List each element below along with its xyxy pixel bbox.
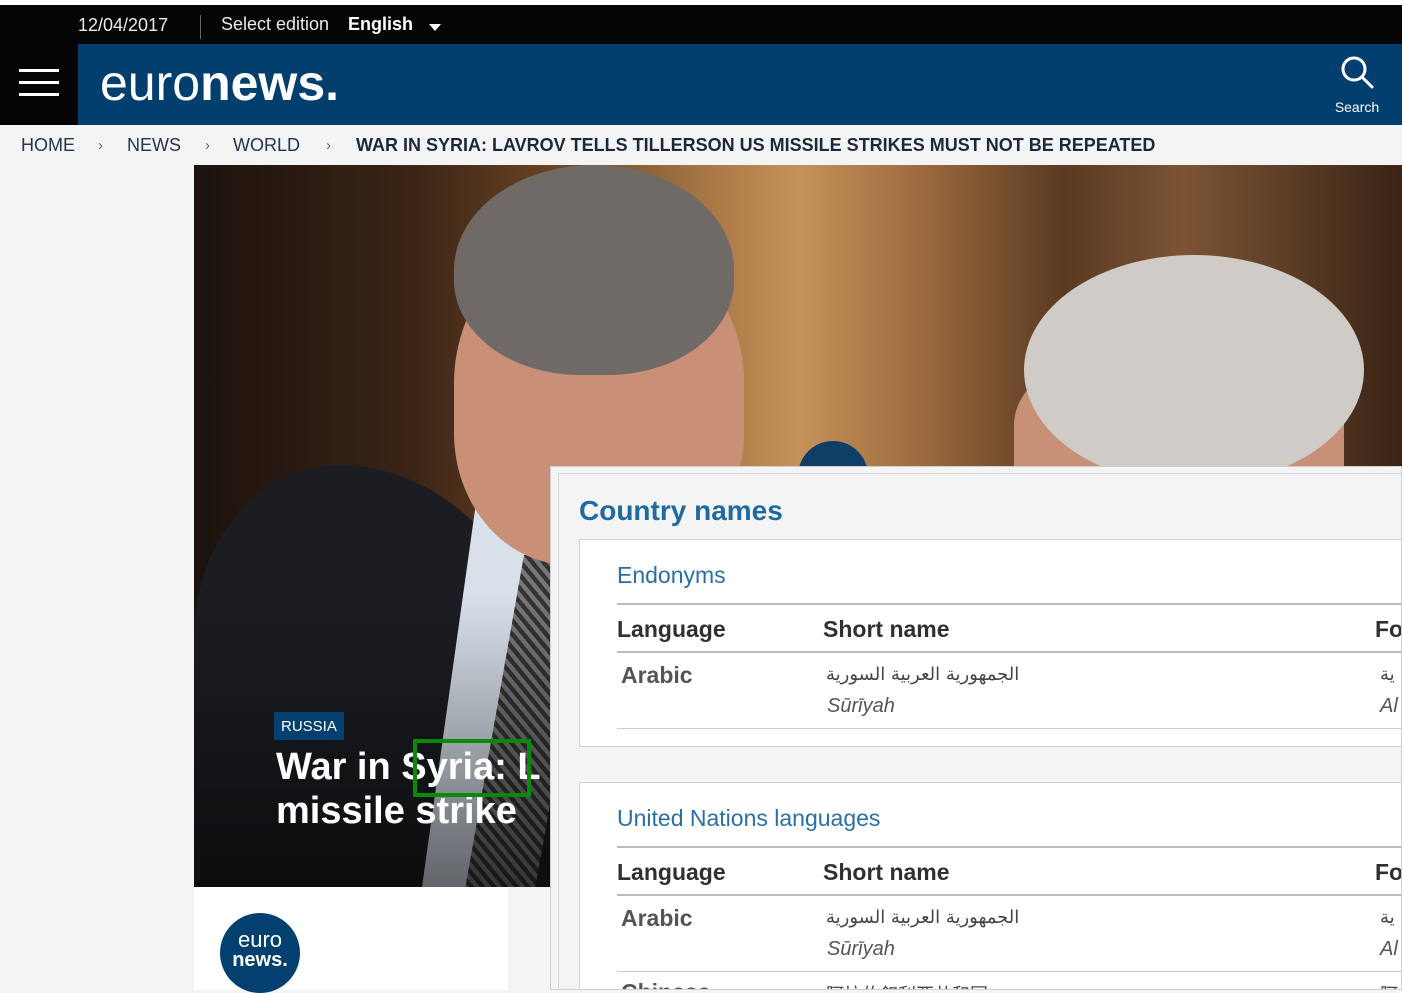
section-title: Endonyms <box>617 562 726 588</box>
table-cell-transliteration: Sūrīyah <box>827 695 895 717</box>
divider <box>617 971 1401 972</box>
table-cell-formal-name: 阿 <box>1380 981 1398 989</box>
table-cell-formal-transliteration: Al <box>1380 938 1398 960</box>
column-header: Short name <box>823 859 950 885</box>
table-cell-short-name: الجمهورية العربية السورية <box>826 664 1020 685</box>
menu-button[interactable] <box>0 44 78 125</box>
divider <box>617 651 1401 653</box>
endonyms-section: Endonyms Language Short name Fo Arabic ا… <box>579 539 1402 747</box>
table-cell-language: Arabic <box>621 662 693 688</box>
column-header: Language <box>617 616 726 642</box>
divider <box>617 728 1401 729</box>
top-bar: 12/04/2017 Select edition English <box>0 0 1402 44</box>
search-button[interactable]: Search <box>1325 52 1389 118</box>
table-cell-language: Chinese <box>621 979 710 989</box>
country-names-popup: Country names Endonyms Language Short na… <box>550 466 1402 990</box>
column-header: Fo <box>1375 859 1402 885</box>
table-cell-short-name: الجمهورية العربية السورية <box>826 907 1020 928</box>
hamburger-icon <box>19 69 59 72</box>
table-cell-short-name: 阿拉伯叙利亚共和国 <box>826 981 988 989</box>
search-icon <box>1341 56 1374 89</box>
column-header: Language <box>617 859 726 885</box>
author-card: euro news. <box>194 887 508 993</box>
divider <box>200 15 201 39</box>
table-cell-formal-name: ية <box>1380 664 1395 685</box>
hamburger-icon-line <box>19 93 59 96</box>
breadcrumb-world[interactable]: WORLD <box>233 135 300 156</box>
logo-text-light: euro <box>100 55 201 111</box>
divider <box>617 894 1401 896</box>
chevron-right-icon: › <box>326 137 331 154</box>
breadcrumb-news[interactable]: NEWS <box>127 135 181 156</box>
chevron-right-icon: › <box>205 137 210 154</box>
hero-image-figure <box>1024 255 1364 485</box>
table-cell-formal-name: ية <box>1380 907 1395 928</box>
breadcrumb-current: WAR IN SYRIA: LAVROV TELLS TILLERSON US … <box>356 135 1156 155</box>
chevron-right-icon: › <box>98 137 103 154</box>
column-header: Short name <box>823 616 950 642</box>
breadcrumb: HOME › NEWS › WORLD › WAR IN SYRIA: LAVR… <box>0 125 1402 165</box>
hero-image-figure <box>454 165 734 375</box>
euronews-avatar[interactable]: euro news. <box>220 913 300 993</box>
chevron-down-icon[interactable] <box>429 24 441 31</box>
search-label: Search <box>1334 99 1380 115</box>
highlight-box <box>413 739 531 797</box>
divider <box>617 846 1401 848</box>
edition-label: Select edition <box>221 14 330 34</box>
avatar-text: news. <box>232 949 288 971</box>
table-cell-language: Arabic <box>621 905 693 931</box>
un-languages-section: United Nations languages Language Short … <box>579 782 1402 989</box>
avatar-text: euro <box>237 927 283 952</box>
divider <box>617 603 1401 605</box>
column-header: Fo <box>1375 616 1402 642</box>
euronews-logo[interactable]: euronews. <box>100 54 339 112</box>
category-badge[interactable]: RUSSIA <box>274 712 344 740</box>
table-cell-formal-transliteration: Al <box>1380 695 1398 717</box>
section-title: United Nations languages <box>617 805 881 831</box>
edition-select[interactable]: English <box>348 14 413 35</box>
breadcrumb-home[interactable]: HOME <box>21 135 75 156</box>
table-cell-transliteration: Sūrīyah <box>827 938 895 960</box>
logo-text-bold: news. <box>200 55 340 111</box>
popup-title: Country names <box>579 495 783 526</box>
hamburger-icon-line <box>19 81 59 84</box>
site-header: euronews. Search <box>0 44 1402 125</box>
current-date: 12/04/2017 <box>78 15 169 35</box>
